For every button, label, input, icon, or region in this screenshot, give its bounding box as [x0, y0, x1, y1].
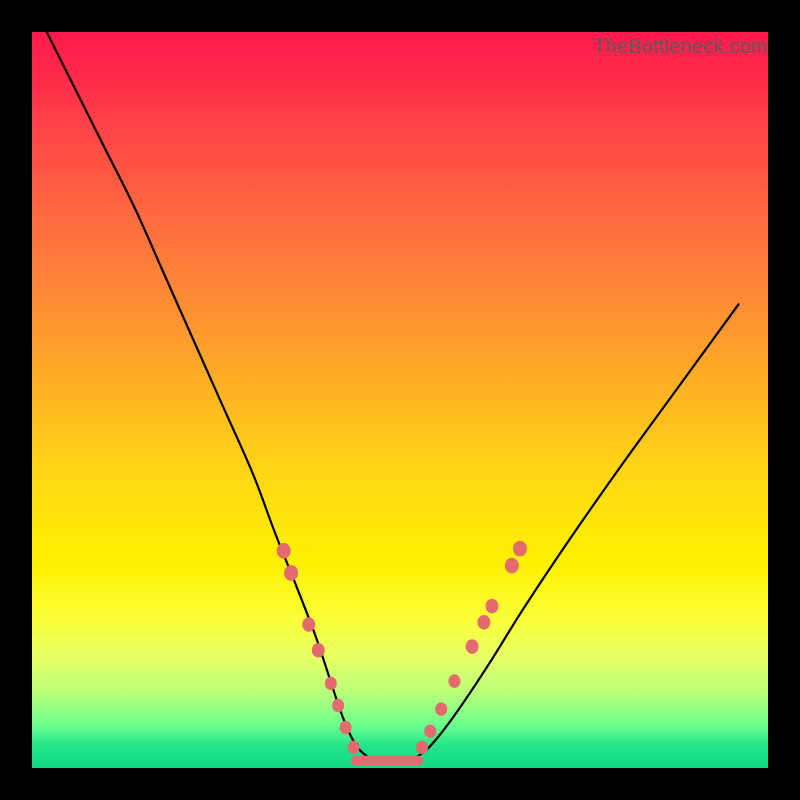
- markers-right: [416, 541, 527, 754]
- curve-marker: [416, 741, 428, 754]
- curve-marker: [466, 639, 479, 654]
- curve-marker: [435, 702, 447, 715]
- chart-stage: TheBottleneck.com: [0, 0, 800, 800]
- curve-marker: [477, 615, 490, 630]
- curve-marker: [340, 721, 352, 734]
- chart-overlay: [0, 0, 800, 800]
- curve-marker: [505, 558, 519, 574]
- curve-marker: [424, 724, 436, 737]
- curve-marker: [277, 543, 291, 559]
- curve-marker: [513, 541, 527, 557]
- curve-marker: [348, 741, 360, 754]
- curve-marker: [486, 599, 499, 614]
- bottleneck-curve: [47, 32, 739, 761]
- curve-marker: [325, 677, 337, 690]
- markers-left: [277, 543, 360, 754]
- curve-marker: [302, 617, 315, 632]
- curve-marker: [312, 643, 325, 658]
- curve-marker: [332, 699, 344, 712]
- curve-marker: [448, 674, 460, 687]
- curve-marker: [284, 565, 298, 581]
